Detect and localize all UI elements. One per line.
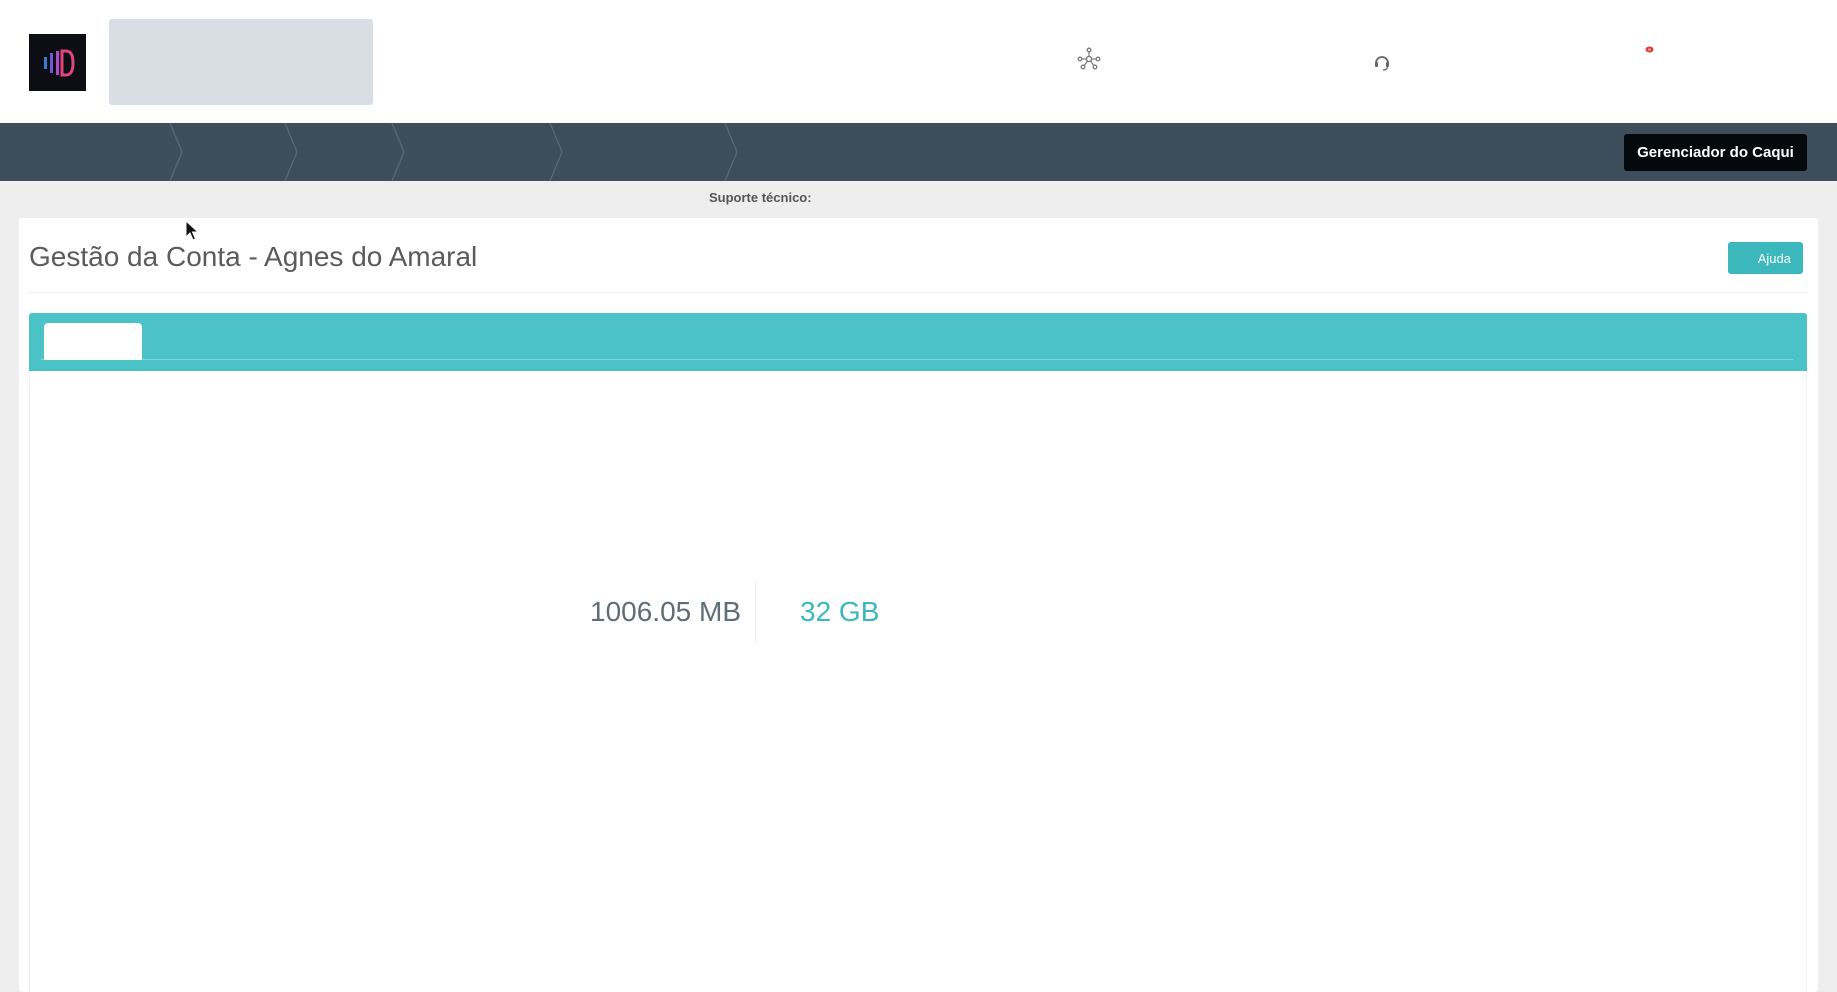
network-glyph-icon: [1077, 47, 1101, 70]
notification-dot-icon[interactable]: [1645, 46, 1654, 53]
support-label: Suporte técnico:: [709, 190, 812, 205]
network-icon[interactable]: [1076, 46, 1102, 72]
app-logo[interactable]: [29, 34, 86, 91]
breadcrumb-bar: [0, 123, 1837, 181]
headset-icon[interactable]: [1372, 52, 1392, 72]
breadcrumb-separators: [169, 123, 738, 181]
help-button[interactable]: Ajuda: [1728, 242, 1803, 274]
tab-active[interactable]: [44, 323, 142, 360]
storage-used-value: 1006.05 MB: [590, 596, 741, 627]
brand-image-placeholder: [109, 19, 373, 105]
logo-mark-icon: [43, 49, 75, 76]
page-title: Gestão da Conta - Agnes do Amaral: [29, 241, 478, 272]
red-dot-icon: [1645, 46, 1654, 53]
mouse-cursor-icon: [185, 220, 199, 241]
tab-bar-underline: [41, 359, 1793, 360]
manager-button[interactable]: Gerenciador do Caqui: [1624, 134, 1807, 171]
storage-total-value: 32 GB: [800, 596, 880, 627]
tab-content: 1006.05 MB 32 GB: [29, 371, 1807, 992]
tab-bar: [29, 313, 1807, 371]
top-header: [0, 0, 1837, 123]
storage-usage: 1006.05 MB 32 GB: [590, 581, 880, 643]
account-panel: Gestão da Conta - Agnes do Amaral Ajuda …: [19, 218, 1818, 992]
title-divider: [29, 292, 1807, 293]
headset-glyph-icon: [1375, 56, 1389, 71]
